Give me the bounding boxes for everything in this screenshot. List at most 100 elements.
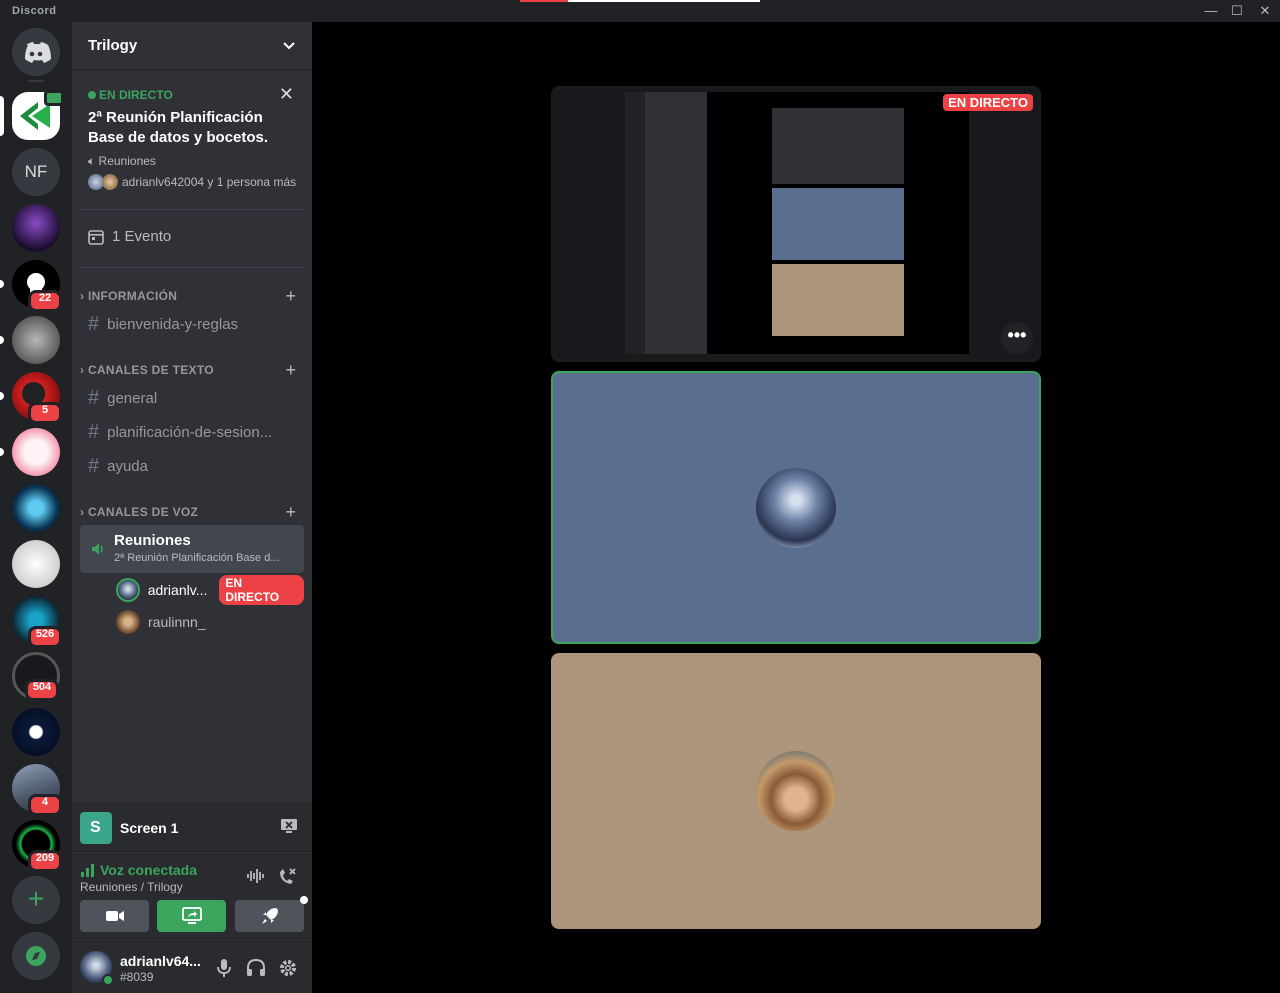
channel-sidebar: Trilogy EN DIRECTO ✕ 2ª Reunión Planific…	[72, 22, 312, 993]
preview-tile-tan	[772, 264, 904, 336]
stream-preview	[625, 92, 969, 362]
add-channel-icon[interactable]: +	[285, 502, 296, 523]
username[interactable]: adrianlv64...	[120, 953, 201, 969]
progress-indicator-red	[520, 0, 568, 2]
channel-planificacion[interactable]: # planificación-de-sesion...	[80, 416, 304, 448]
screen-icon: S	[80, 812, 112, 844]
server-11[interactable]: 504	[12, 652, 60, 701]
discord-logo-icon	[25, 42, 51, 63]
server-7[interactable]	[12, 428, 60, 476]
speaker-icon	[92, 543, 103, 555]
voice-user-name: raulinnn_	[148, 614, 206, 630]
selected-server-pill	[0, 96, 4, 136]
online-status-icon	[102, 974, 114, 986]
guild-name: Trilogy	[88, 37, 138, 54]
divider	[80, 209, 304, 210]
live-channel: 🔈︎ Reuniones	[88, 154, 156, 169]
add-server-button[interactable]: +	[12, 876, 60, 924]
voice-user[interactable]: adrianlv... EN DIRECTO	[116, 575, 304, 605]
calendar-icon	[88, 229, 104, 245]
mention-badge: 22	[28, 290, 62, 312]
explore-servers-button[interactable]	[12, 932, 60, 980]
avatar	[116, 578, 140, 602]
screen-share-button[interactable]	[157, 900, 226, 932]
unread-pill	[0, 448, 4, 456]
rocket-icon	[261, 908, 278, 924]
avatar	[116, 610, 140, 634]
noise-suppression-icon[interactable]	[246, 867, 266, 885]
title-bar: Discord — ☐ ✕	[0, 0, 1280, 22]
close-icon[interactable]: ✕	[279, 84, 294, 105]
channel-label: bienvenida-y-reglas	[107, 315, 239, 333]
maximize-icon[interactable]: ☐	[1222, 2, 1252, 20]
channel-ayuda[interactable]: # ayuda	[80, 450, 304, 482]
activity-button[interactable]	[235, 896, 308, 932]
channel-bienvenida-y-reglas[interactable]: # bienvenida-y-reglas	[80, 308, 304, 340]
stream-stage: EN DIRECTO •••	[312, 22, 1280, 993]
live-badge: EN DIRECTO	[219, 575, 304, 605]
camera-button[interactable]	[80, 900, 149, 932]
server-9[interactable]	[12, 540, 60, 588]
unread-pill	[0, 336, 4, 344]
server-12[interactable]	[12, 708, 60, 756]
preview-taskbar	[625, 354, 969, 362]
events-link[interactable]: 1 Evento	[88, 228, 171, 245]
mention-badge: 526	[28, 626, 62, 648]
speaker-icon: 🔈︎	[88, 154, 99, 168]
server-6[interactable]: 5	[12, 372, 62, 424]
live-stream-card[interactable]: EN DIRECTO ✕ 2ª Reunión Planificación Ba…	[80, 80, 304, 210]
voice-location[interactable]: Reuniones / Trilogy	[80, 880, 183, 894]
mention-badge: 209	[28, 850, 62, 872]
server-trilogy[interactable]	[12, 90, 64, 140]
microphone-icon[interactable]	[216, 958, 232, 978]
live-title: 2ª Reunión Planificación Base de datos y…	[88, 109, 269, 146]
voice-channel-reuniones[interactable]: Reuniones 2ª Reunión Planificación Base …	[80, 525, 304, 573]
gear-icon[interactable]	[278, 958, 298, 978]
server-3[interactable]	[12, 204, 60, 252]
guild-header[interactable]: Trilogy	[72, 22, 312, 70]
compass-icon	[26, 946, 46, 966]
server-rail: NF 22 5 526 504 4 209 +	[0, 22, 72, 993]
headphones-icon[interactable]	[246, 958, 266, 978]
server-4[interactable]: 22	[12, 260, 62, 312]
server-13[interactable]: 4	[12, 764, 62, 816]
more-options-button[interactable]: •••	[1001, 322, 1033, 354]
channel-general[interactable]: # general	[80, 382, 304, 414]
hash-icon: #	[88, 386, 100, 409]
category-canales-de-voz[interactable]: › CANALES DE VOZ +	[76, 502, 308, 522]
server-nf[interactable]: NF	[12, 148, 60, 196]
server-14[interactable]: 209	[12, 820, 62, 872]
server-5[interactable]	[12, 316, 60, 364]
voice-status-text: Voz conectada	[100, 862, 197, 878]
mention-badge: 4	[28, 794, 62, 816]
category-informacion[interactable]: › INFORMACIÓN +	[76, 286, 308, 306]
category-canales-de-texto[interactable]: › CANALES DE TEXTO +	[76, 360, 308, 380]
category-label: › INFORMACIÓN	[80, 289, 178, 303]
preview-sidebar	[645, 92, 707, 354]
stop-stream-icon[interactable]	[280, 818, 298, 834]
events-label: 1 Evento	[112, 228, 172, 245]
live-channel-name: Reuniones	[98, 154, 156, 168]
mention-badge: 504	[25, 679, 59, 701]
voice-user[interactable]: raulinnn_	[116, 607, 304, 637]
voice-channel-name: Reuniones	[114, 532, 191, 549]
channel-label: ayuda	[107, 457, 148, 475]
screen-share-panel: S Screen 1	[72, 802, 312, 852]
server-8[interactable]	[12, 484, 60, 532]
participant-tile-adrianlv[interactable]	[551, 371, 1041, 644]
app-title: Discord	[12, 5, 57, 17]
stream-tile-screen[interactable]: EN DIRECTO •••	[551, 86, 1041, 362]
disconnect-icon[interactable]	[277, 867, 297, 887]
close-window-icon[interactable]: ✕	[1250, 2, 1280, 20]
participant-tile-raulinnn[interactable]	[551, 653, 1041, 929]
live-users-text: adrianlv642004 y 1 persona más	[122, 175, 297, 189]
hash-icon: #	[88, 420, 100, 443]
chevron-down-icon	[283, 41, 295, 49]
add-channel-icon[interactable]: +	[285, 286, 296, 307]
add-channel-icon[interactable]: +	[285, 360, 296, 381]
preview-tile-blue	[772, 188, 904, 260]
preview-rail	[625, 92, 645, 354]
discord-home-button[interactable]	[12, 28, 60, 76]
server-10[interactable]: 526	[12, 596, 62, 648]
voice-status[interactable]: Voz conectada	[80, 862, 197, 878]
